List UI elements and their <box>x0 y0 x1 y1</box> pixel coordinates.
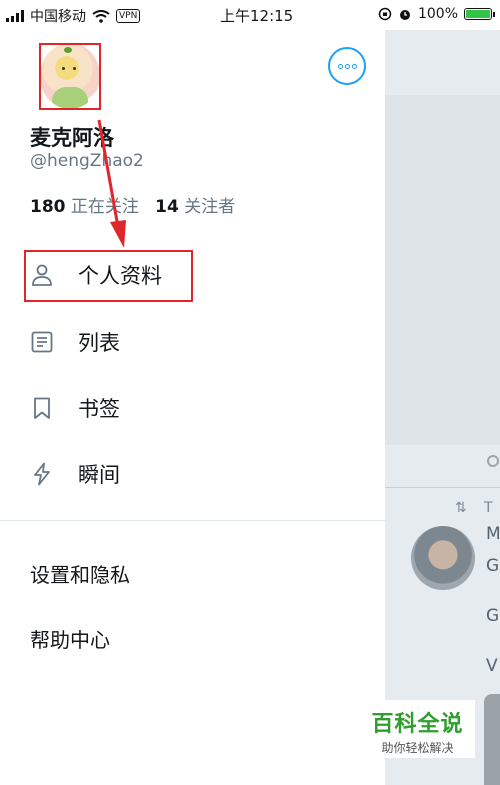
followers-label: 关注者 <box>184 197 236 217</box>
following-link[interactable]: 180 正在关注 <box>30 197 139 217</box>
menu-item-label: 书签 <box>78 397 120 421</box>
menu-item-label: 瞬间 <box>78 463 120 487</box>
bookmark-icon <box>34 397 50 419</box>
timeline-text-fragment: G <box>486 606 500 626</box>
following-count: 180 <box>30 197 66 217</box>
reply-icon <box>487 455 499 467</box>
battery-icon <box>464 8 495 20</box>
display-name[interactable]: 麦克阿洛 <box>30 122 114 152</box>
timeline-media-card <box>385 95 500 445</box>
profile-highlight-box <box>24 250 193 302</box>
avatar-highlight-box <box>39 43 101 110</box>
side-drawer: 麦克阿洛 @hengZhao2 180 正在关注 14 关注者 个人资料 列表 … <box>0 30 385 785</box>
status-time: 上午12:15 <box>220 7 294 25</box>
menu-item-label: 列表 <box>78 331 120 355</box>
follow-stats: 180 正在关注 14 关注者 <box>30 192 235 217</box>
battery-percent: 100% <box>417 6 458 22</box>
lightning-icon <box>34 462 50 486</box>
timeline-text-fragment: T <box>484 500 493 516</box>
alarm-icon <box>399 10 410 20</box>
followers-count: 14 <box>155 197 179 217</box>
watermark-logo: 百科全说 助你轻松解决 <box>360 700 475 758</box>
status-bar: 中国移动 VPN 上午12:15 100% <box>0 0 500 30</box>
menu-item-moments[interactable]: 瞬间 <box>0 446 385 502</box>
timeline-text-fragment: V <box>486 656 498 676</box>
timeline-image-fragment <box>484 694 500 785</box>
wifi-icon <box>92 9 110 23</box>
rotation-lock-icon <box>378 7 392 21</box>
menu-divider <box>0 520 385 521</box>
menu-item-lists[interactable]: 列表 <box>0 314 385 370</box>
signal-icon <box>6 10 24 22</box>
retweet-icon: ⇅ <box>455 500 467 516</box>
timeline-avatar[interactable] <box>411 526 475 590</box>
followers-link[interactable]: 14 关注者 <box>155 197 235 217</box>
account-more-button[interactable] <box>328 47 366 85</box>
list-icon <box>31 331 53 353</box>
carrier-label: 中国移动 <box>30 9 86 25</box>
menu-item-bookmarks[interactable]: 书签 <box>0 380 385 436</box>
watermark-title: 百科全说 <box>371 712 464 737</box>
watermark-subtitle: 助你轻松解决 <box>381 741 454 755</box>
user-handle: @hengZhao2 <box>30 151 144 171</box>
following-label: 正在关注 <box>70 197 139 217</box>
vpn-badge: VPN <box>116 9 141 23</box>
timeline-text-fragment: G <box>486 556 500 576</box>
timeline-text-fragment: M <box>486 524 500 544</box>
timeline-divider <box>385 487 500 488</box>
help-center-link[interactable]: 帮助中心 <box>30 624 110 653</box>
settings-privacy-link[interactable]: 设置和隐私 <box>30 559 130 588</box>
